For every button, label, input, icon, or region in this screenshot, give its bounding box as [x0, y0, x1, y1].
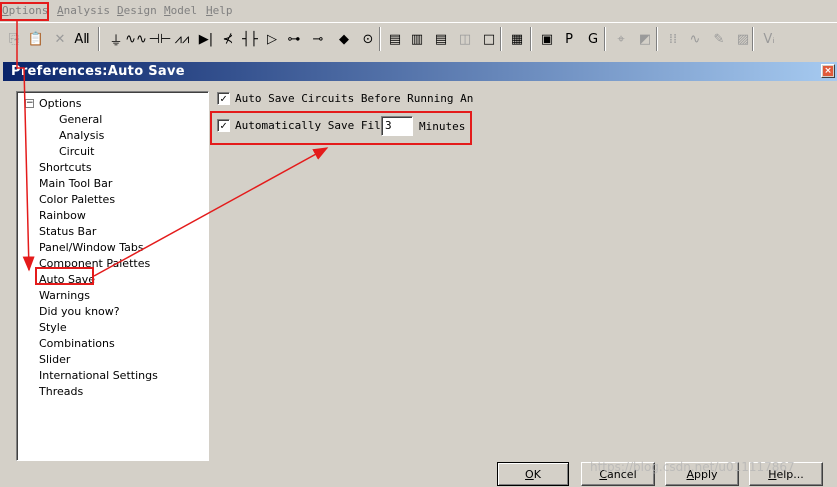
- arrow-options-to-autosave: [16, 21, 35, 272]
- arrow-autosave-to-setting: [93, 147, 329, 277]
- annotation-arrows: [16, 21, 329, 277]
- watermark: https://blog.csdn.net/u011117867: [590, 460, 795, 474]
